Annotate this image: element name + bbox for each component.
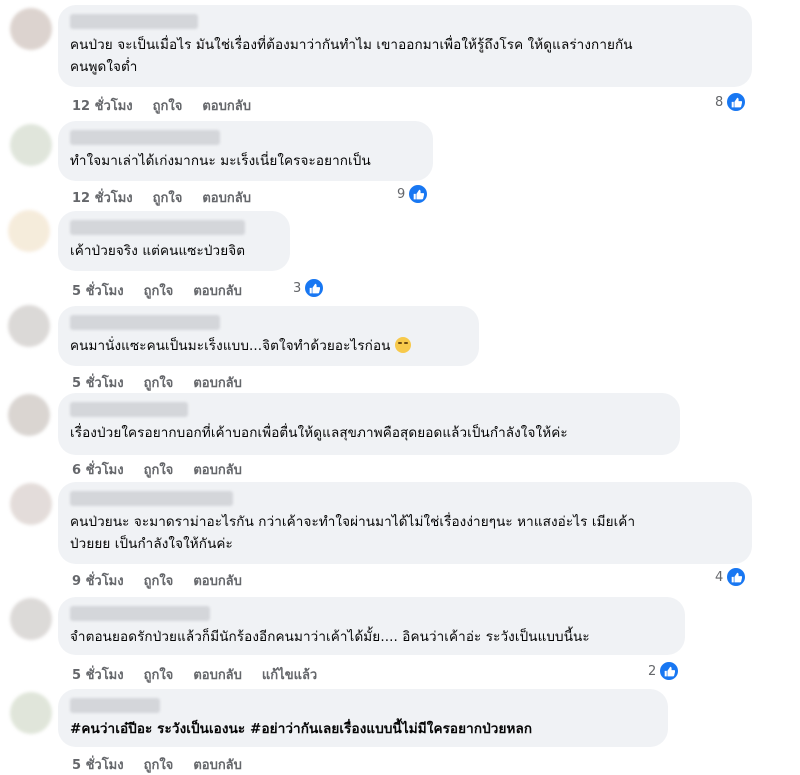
face-with-symbols-emoji: [394, 337, 411, 353]
avatar[interactable]: [10, 598, 52, 640]
reply-button[interactable]: ตอบกลับ: [193, 754, 242, 775]
author-name[interactable]: [70, 698, 160, 713]
reply-button[interactable]: ตอบกลับ: [202, 187, 251, 208]
comment-item: จำตอนยอดรักป่วยแล้วก็มีนักร้องอีกคนมาว่า…: [0, 592, 800, 684]
comment-actions: 12 ชั่วโมง ถูกใจ ตอบกลับ: [72, 187, 251, 208]
comment-actions: 5 ชั่วโมง ถูกใจ ตอบกลับ: [72, 754, 242, 775]
comment-item: ทำใจมาเล่าได้เก่งมากนะ มะเร็งเนี่ยใครจะอ…: [0, 116, 800, 208]
comment-item: เค้าป่วยจริง แต่คนแซะป่วยจิต 5 ชั่วโมง ถ…: [0, 206, 800, 300]
reply-button[interactable]: ตอบกลับ: [193, 280, 242, 301]
reaction-count[interactable]: 3: [293, 277, 326, 299]
reaction-count[interactable]: 8: [715, 91, 748, 113]
like-reaction-icon: [407, 183, 430, 205]
author-name[interactable]: [70, 14, 198, 29]
author-name[interactable]: [70, 606, 210, 621]
comment-bubble: จำตอนยอดรักป่วยแล้วก็มีนักร้องอีกคนมาว่า…: [58, 597, 685, 655]
comment-actions: 9 ชั่วโมง ถูกใจ ตอบกลับ: [72, 570, 242, 591]
reaction-number: 9: [397, 186, 406, 202]
author-name[interactable]: [70, 315, 220, 330]
comment-text: จำตอนยอดรักป่วยแล้วก็มีนักร้องอีกคนมาว่า…: [70, 629, 590, 645]
comment-actions: 12 ชั่วโมง ถูกใจ ตอบกลับ: [72, 95, 251, 116]
comment-bubble: #คนว่าเอ๋ปีอะ ระวังเป็นเองนะ #อย่าว่ากัน…: [58, 689, 668, 747]
like-button[interactable]: ถูกใจ: [144, 280, 174, 301]
comment-text: คนป่วยนะ จะมาดราม่าอะไรกัน กว่าเค้าจะทำใ…: [70, 514, 636, 552]
comment-text: ทำใจมาเล่าได้เก่งมากนะ มะเร็งเนี่ยใครจะอ…: [70, 153, 371, 169]
timestamp: 5 ชั่วโมง: [72, 668, 124, 683]
comment-text: คนป่วย จะเป็นเมื่อไร มันใช่เรื่องที่ต้อง…: [70, 37, 633, 75]
author-name[interactable]: [70, 491, 233, 506]
comment-text: คนมานั่งแซะคนเป็นมะเร็งแบบ...จิตใจทำด้วย…: [70, 335, 467, 357]
author-name[interactable]: [70, 130, 220, 145]
reaction-number: 4: [715, 569, 724, 585]
like-reaction-icon: [725, 566, 748, 588]
reply-button[interactable]: ตอบกลับ: [193, 570, 242, 591]
timestamp: 5 ชั่วโมง: [72, 758, 124, 773]
comment-text: #คนว่าเอ๋ปีอะ ระวังเป็นเองนะ #อย่าว่ากัน…: [70, 721, 533, 737]
avatar[interactable]: [8, 394, 50, 436]
author-name[interactable]: [70, 402, 188, 417]
timestamp: 12 ชั่วโมง: [72, 99, 133, 114]
comment-bubble: คนป่วย จะเป็นเมื่อไร มันใช่เรื่องที่ต้อง…: [58, 5, 752, 87]
comment-bubble: คนมานั่งแซะคนเป็นมะเร็งแบบ...จิตใจทำด้วย…: [58, 306, 479, 366]
reaction-number: 3: [293, 280, 302, 296]
comment-actions: 5 ชั่วโมง ถูกใจ ตอบกลับ: [72, 280, 242, 301]
avatar[interactable]: [10, 124, 52, 166]
timestamp: 9 ชั่วโมง: [72, 574, 124, 589]
comment-actions: 5 ชั่วโมง ถูกใจ ตอบกลับ แก้ไขแล้ว: [72, 664, 317, 685]
reaction-number: 2: [648, 663, 657, 679]
reply-button[interactable]: ตอบกลับ: [193, 664, 242, 685]
comment-bubble: ทำใจมาเล่าได้เก่งมากนะ มะเร็งเนี่ยใครจะอ…: [58, 121, 433, 181]
comment-item: คนป่วย จะเป็นเมื่อไร มันใช่เรื่องที่ต้อง…: [0, 0, 800, 115]
comment-text: เค้าป่วยจริง แต่คนแซะป่วยจิต: [70, 243, 246, 259]
like-button[interactable]: ถูกใจ: [153, 187, 183, 208]
reaction-count[interactable]: 9: [397, 183, 430, 205]
avatar[interactable]: [8, 305, 50, 347]
avatar[interactable]: [10, 483, 52, 525]
like-button[interactable]: ถูกใจ: [153, 95, 183, 116]
like-reaction-icon: [303, 277, 326, 299]
comment-bubble: เค้าป่วยจริง แต่คนแซะป่วยจิต: [58, 211, 290, 271]
like-button[interactable]: ถูกใจ: [144, 570, 174, 591]
reply-button[interactable]: ตอบกลับ: [202, 95, 251, 116]
comment-item: เรื่องป่วยใครอยากบอกที่เค้าบอกเพื่อตื่นใ…: [0, 388, 800, 480]
timestamp: 5 ชั่วโมง: [72, 284, 124, 299]
comment-item: คนป่วยนะ จะมาดราม่าอะไรกัน กว่าเค้าจะทำใ…: [0, 477, 800, 591]
avatar[interactable]: [10, 692, 52, 734]
avatar[interactable]: [10, 8, 52, 50]
comment-item: #คนว่าเอ๋ปีอะ ระวังเป็นเองนะ #อย่าว่ากัน…: [0, 686, 800, 773]
comment-item: คนมานั่งแซะคนเป็นมะเร็งแบบ...จิตใจทำด้วย…: [0, 301, 800, 393]
edited-label[interactable]: แก้ไขแล้ว: [262, 664, 317, 685]
reaction-number: 8: [715, 94, 724, 110]
like-reaction-icon: [725, 91, 748, 113]
author-name[interactable]: [70, 220, 245, 235]
timestamp: 12 ชั่วโมง: [72, 191, 133, 206]
comment-text: เรื่องป่วยใครอยากบอกที่เค้าบอกเพื่อตื่นใ…: [70, 425, 568, 441]
reaction-count[interactable]: 2: [648, 660, 681, 682]
reaction-count[interactable]: 4: [715, 566, 748, 588]
like-button[interactable]: ถูกใจ: [144, 664, 174, 685]
comment-bubble: คนป่วยนะ จะมาดราม่าอะไรกัน กว่าเค้าจะทำใ…: [58, 482, 752, 564]
avatar[interactable]: [8, 210, 50, 252]
comment-bubble: เรื่องป่วยใครอยากบอกที่เค้าบอกเพื่อตื่นใ…: [58, 393, 680, 455]
like-button[interactable]: ถูกใจ: [144, 754, 174, 775]
like-reaction-icon: [658, 660, 681, 682]
comment-text-body: คนมานั่งแซะคนเป็นมะเร็งแบบ...จิตใจทำด้วย…: [70, 338, 391, 354]
